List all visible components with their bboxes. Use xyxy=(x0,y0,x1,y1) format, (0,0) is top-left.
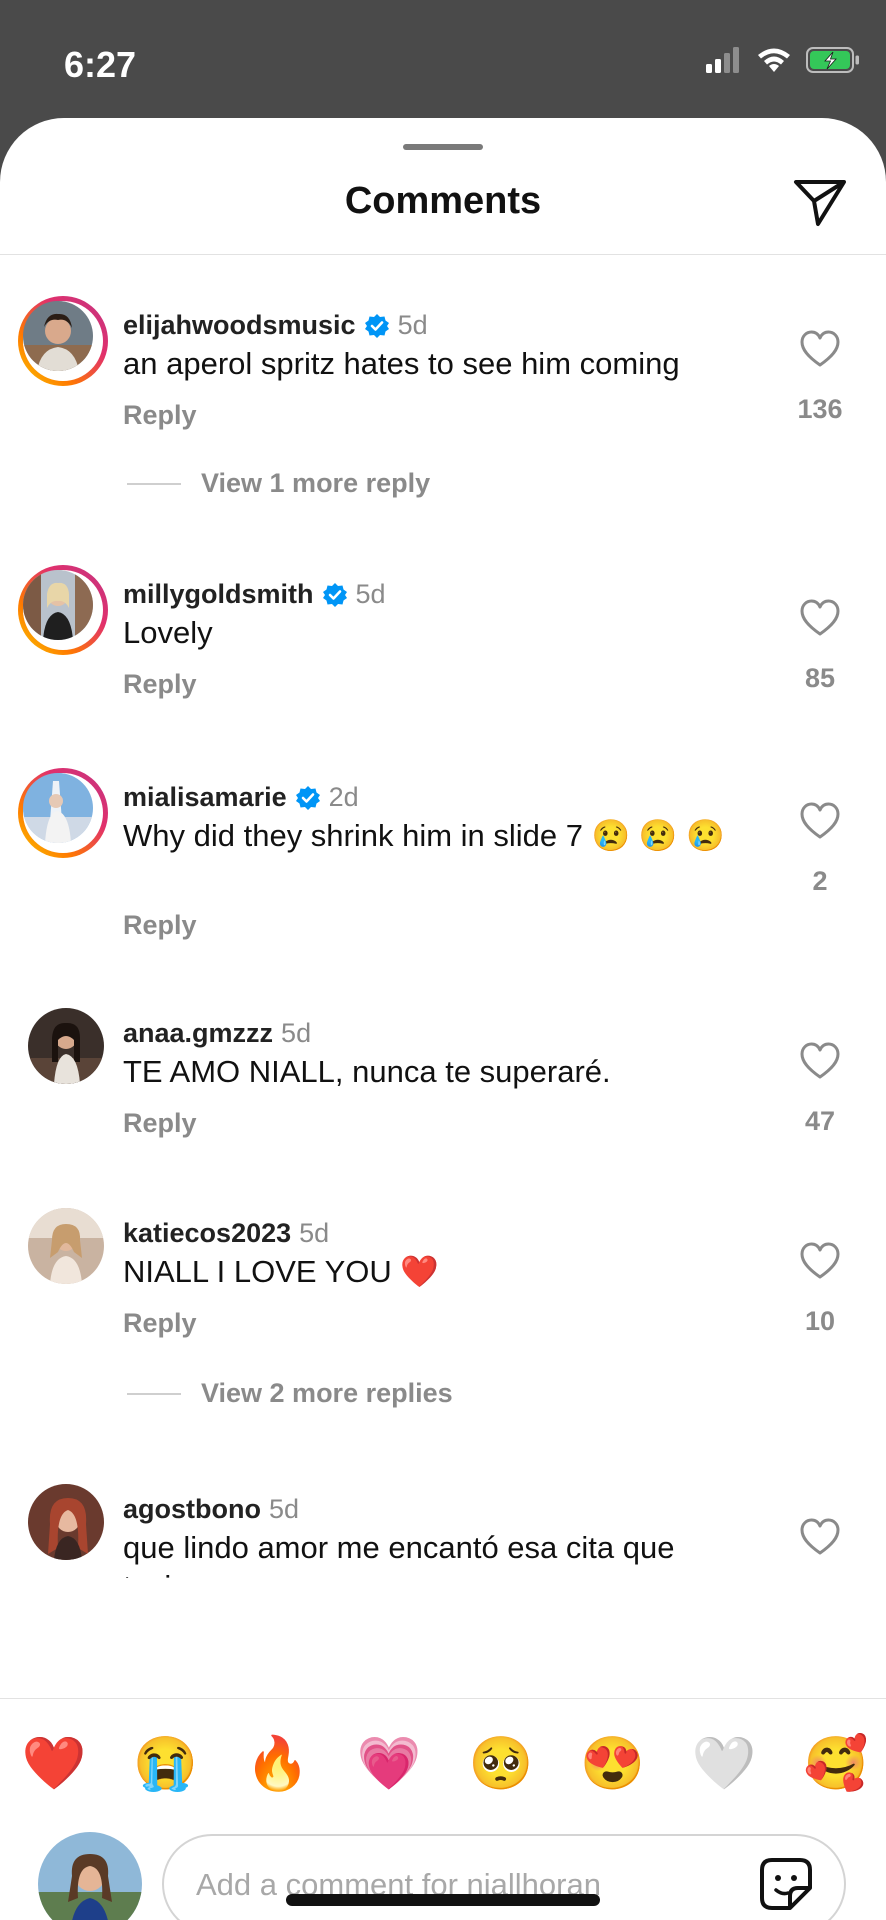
header-divider xyxy=(0,254,886,255)
reply-button[interactable]: Reply xyxy=(123,1108,197,1139)
avatar[interactable] xyxy=(18,565,108,655)
reaction-white-heart[interactable]: 🤍 xyxy=(690,1730,758,1798)
like-count: 10 xyxy=(804,1306,836,1336)
like-heart-icon[interactable] xyxy=(799,1041,841,1081)
reaction-smiling-hearts[interactable]: 🥰 xyxy=(802,1730,870,1798)
reaction-crying[interactable]: 😭 xyxy=(132,1730,200,1798)
reply-button[interactable]: Reply xyxy=(123,400,197,431)
like-count: 2 xyxy=(812,866,828,896)
current-user-avatar xyxy=(38,1832,142,1920)
comment-time: 5d xyxy=(281,1018,312,1048)
like-heart-icon[interactable] xyxy=(799,1517,841,1557)
reply-button[interactable]: Reply xyxy=(123,1308,197,1339)
comment-text: Why did they shrink him in slide 7 😢 😢 😢 xyxy=(123,818,725,853)
comment-text: NIALL I LOVE YOU ❤️ xyxy=(123,1254,439,1289)
comment-username[interactable]: anaa.gmzzz xyxy=(123,1018,273,1049)
like-heart-icon[interactable] xyxy=(799,329,841,369)
comment-item: agostbono 5d que lindo amor me encantó e… xyxy=(0,1484,886,1578)
avatar[interactable] xyxy=(28,1208,104,1284)
comment-text: an aperol spritz hates to see him coming xyxy=(123,346,680,381)
comment-username[interactable]: mialisamarie xyxy=(123,782,287,813)
status-time: 6:27 xyxy=(64,44,137,85)
reaction-heart-eyes[interactable]: 😍 xyxy=(579,1730,647,1798)
avatar[interactable] xyxy=(18,768,108,858)
avatar[interactable] xyxy=(28,1484,104,1560)
reply-button[interactable]: Reply xyxy=(123,669,197,700)
view-more-replies[interactable]: View 2 more replies xyxy=(127,1378,453,1409)
comment-username[interactable]: katiecos2023 xyxy=(123,1218,291,1249)
avatar[interactable] xyxy=(28,1008,104,1084)
page-title: Comments xyxy=(344,180,542,222)
status-bar: 6:27 xyxy=(0,0,886,118)
reply-button[interactable]: Reply xyxy=(123,910,197,941)
verified-badge-icon xyxy=(295,785,320,810)
comment-username[interactable]: elijahwoodsmusic xyxy=(123,310,356,341)
comments-sheet: Comments elijahwoodsmusic 5d an aperol s… xyxy=(0,118,886,1920)
comment-time: 5d xyxy=(355,579,386,609)
sticker-icon[interactable] xyxy=(758,1856,814,1912)
wifi-icon xyxy=(758,48,790,72)
view-more-replies-label: View 1 more reply xyxy=(201,468,431,498)
comment-time: 5d xyxy=(397,310,428,340)
view-more-replies-label: View 2 more replies xyxy=(201,1378,453,1408)
reaction-heart[interactable]: ❤️ xyxy=(20,1730,88,1798)
reaction-pink-heart[interactable]: 💗 xyxy=(355,1730,423,1798)
share-icon[interactable] xyxy=(792,174,848,230)
comment-text: que lindo amor me encantó esa cita que t… xyxy=(123,1530,675,1578)
comment-username[interactable]: millygoldsmith xyxy=(123,579,314,610)
comment-username[interactable]: agostbono xyxy=(123,1494,261,1525)
like-heart-icon[interactable] xyxy=(799,1241,841,1281)
cellular-signal-icon xyxy=(706,47,739,73)
status-icons xyxy=(706,46,862,74)
comment-time: 5d xyxy=(268,1494,300,1524)
home-indicator[interactable] xyxy=(286,1894,600,1906)
battery-charging-icon xyxy=(806,47,859,73)
reactions-divider xyxy=(0,1698,886,1699)
like-heart-icon[interactable] xyxy=(799,801,841,841)
avatar[interactable] xyxy=(18,296,108,386)
like-heart-icon[interactable] xyxy=(799,598,841,638)
reaction-pleading[interactable]: 🥺 xyxy=(467,1730,535,1798)
like-count: 47 xyxy=(804,1106,836,1136)
comment-time: 5d xyxy=(299,1218,330,1248)
comment-text: Lovely xyxy=(123,615,213,650)
quick-reactions-bar: ❤️ 😭 🔥 💗 🥺 😍 🤍 🥰 xyxy=(20,1730,870,1798)
like-count: 85 xyxy=(804,663,836,693)
verified-badge-icon xyxy=(364,313,389,338)
verified-badge-icon xyxy=(322,582,347,607)
reaction-fire[interactable]: 🔥 xyxy=(243,1730,311,1798)
sheet-grabber[interactable] xyxy=(403,144,483,150)
comment-text: TE AMO NIALL, nunca te superaré. xyxy=(123,1054,611,1089)
comment-input-box xyxy=(162,1834,846,1920)
view-more-replies[interactable]: View 1 more reply xyxy=(127,468,430,499)
like-count: 136 xyxy=(797,394,843,424)
comment-time: 2d xyxy=(328,782,359,812)
